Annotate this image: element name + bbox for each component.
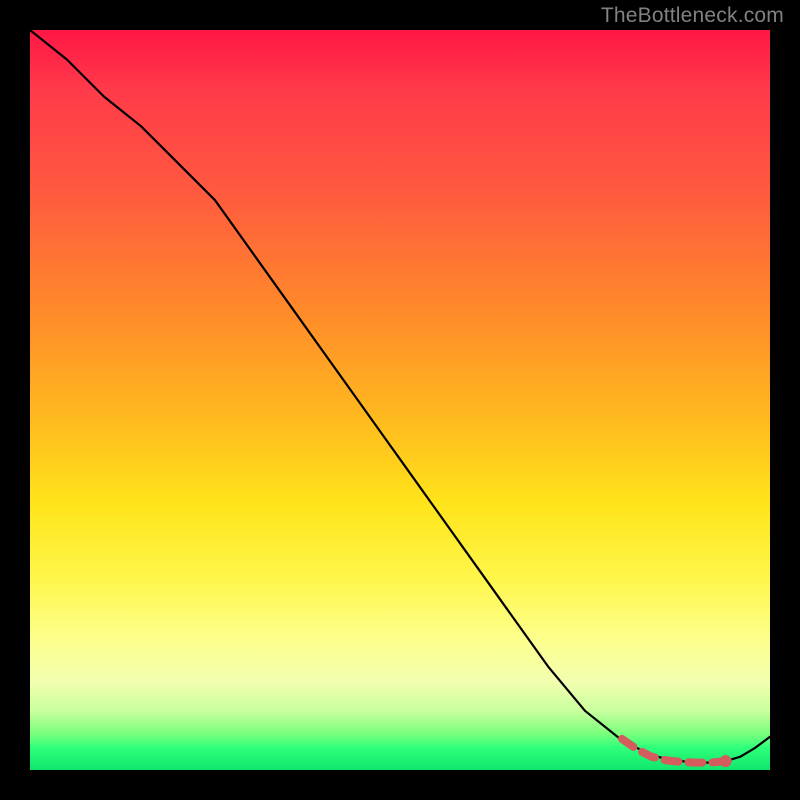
chart-overlay	[30, 30, 770, 770]
watermark-text: TheBottleneck.com	[601, 4, 784, 28]
minimum-point-marker	[720, 755, 732, 767]
bottleneck-curve-line	[30, 30, 770, 763]
optimal-band-dashed-line	[622, 739, 726, 763]
chart-frame: TheBottleneck.com	[0, 0, 800, 800]
